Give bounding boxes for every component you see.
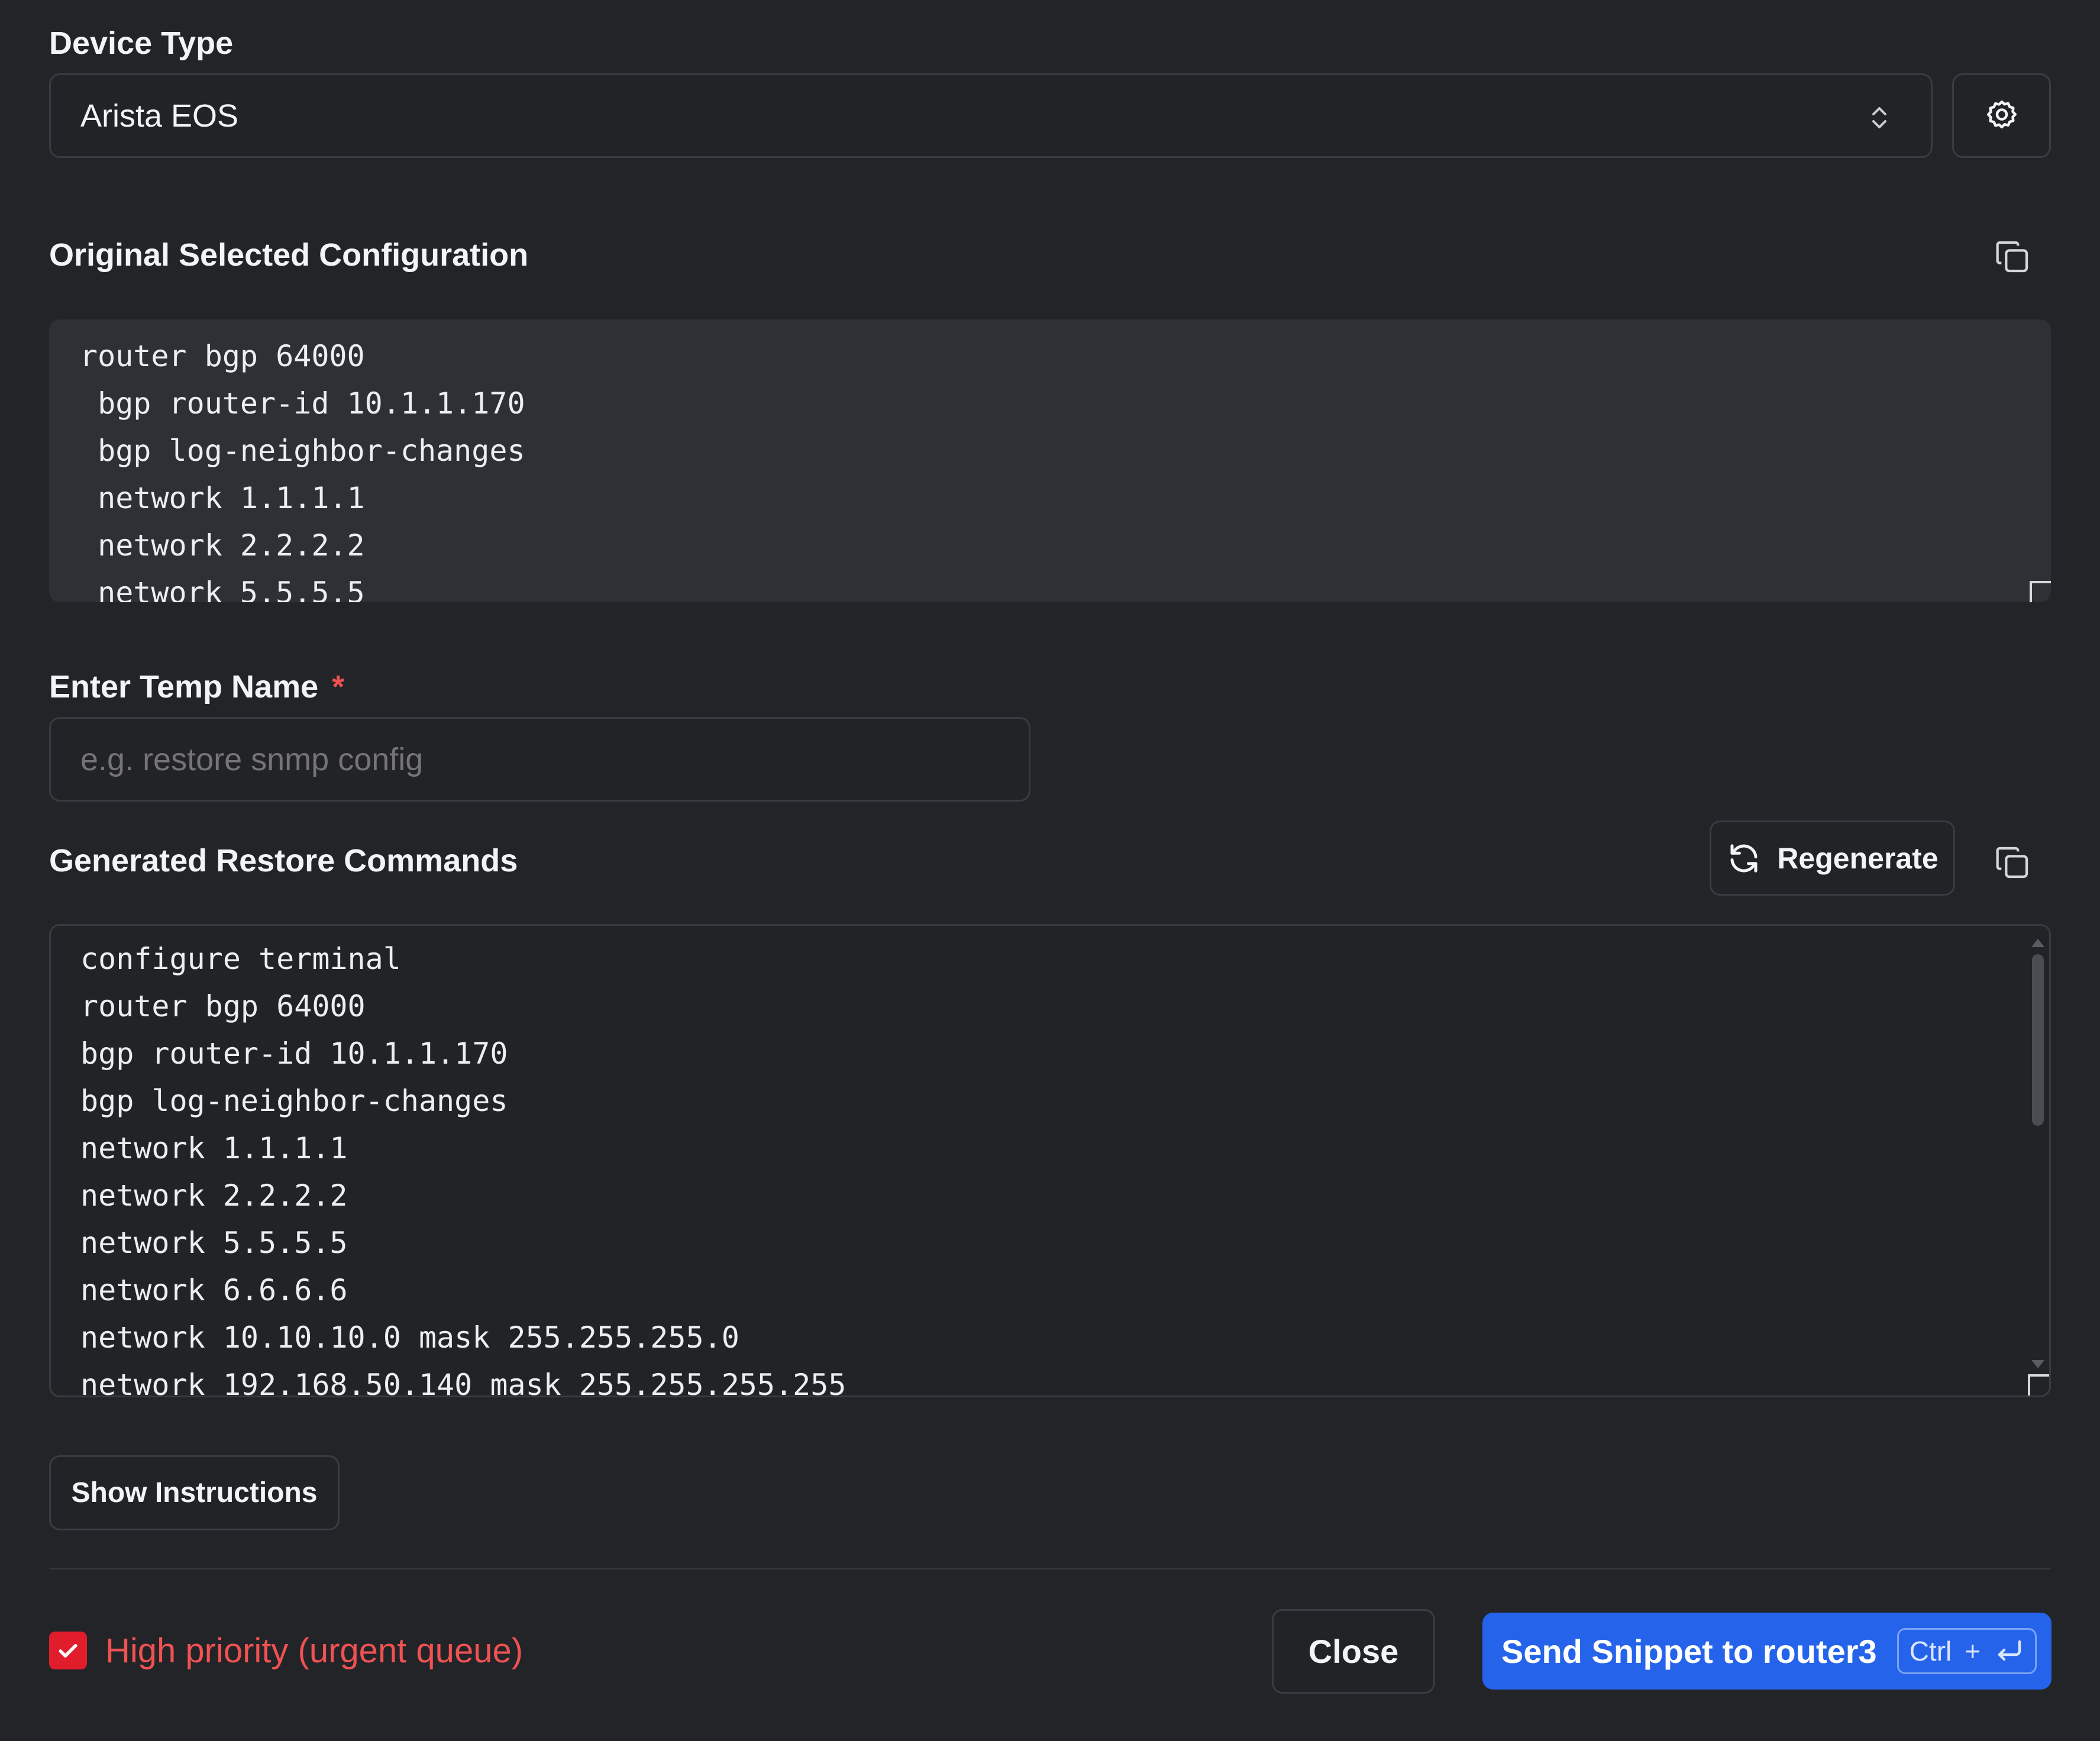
generated-title: Generated Restore Commands [49, 843, 518, 878]
send-snippet-label: Send Snippet to router3 [1501, 1632, 1877, 1670]
code-line: network 5.5.5.5 [80, 576, 365, 602]
copy-icon[interactable] [1994, 238, 2031, 276]
code-line: network 2.2.2.2 [80, 1178, 348, 1213]
original-config-title: Original Selected Configuration [49, 237, 529, 273]
device-type-label: Device Type [49, 25, 234, 61]
generated-commands-code[interactable]: configure terminal router bgp 64000 bgp ro… [49, 924, 2051, 1397]
code-line: network 5.5.5.5 [80, 1226, 348, 1260]
show-instructions-button[interactable]: Show Instructions [49, 1455, 340, 1530]
temp-name-label-text: Enter Temp Name [49, 669, 319, 705]
code-line: configure terminal [80, 942, 401, 976]
shortcut-ctrl: Ctrl [1909, 1636, 1952, 1666]
priority-label[interactable]: High priority (urgent queue) [105, 1631, 523, 1671]
chevron-up-down-icon [1869, 104, 1889, 132]
code-line: network 10.10.10.0 mask 255.255.255.0 [80, 1320, 739, 1355]
temp-name-input[interactable] [49, 717, 1030, 802]
gear-icon [1984, 98, 2020, 134]
enter-key-icon [1994, 1638, 2024, 1664]
code-line: router bgp 64000 [80, 339, 365, 373]
code-line: bgp router-id 10.1.1.170 [80, 1036, 508, 1071]
required-marker: * [332, 669, 345, 705]
regenerate-button[interactable]: Regenerate [1710, 821, 1955, 896]
priority-checkbox[interactable] [49, 1632, 87, 1669]
regenerate-label: Regenerate [1777, 841, 1939, 875]
code-line: network 2.2.2.2 [80, 528, 365, 563]
shortcut-plus: + [1965, 1636, 1981, 1666]
footer-divider [49, 1568, 2051, 1569]
keyboard-shortcut-hint: Ctrl + [1897, 1628, 2037, 1674]
check-icon [55, 1637, 81, 1664]
resize-handle[interactable] [2028, 1374, 2049, 1396]
code-line: bgp router-id 10.1.1.170 [80, 386, 525, 421]
temp-name-label: Enter Temp Name * [49, 668, 344, 705]
scrollbar-thumb[interactable] [2032, 954, 2044, 1126]
code-line: network 1.1.1.1 [80, 1131, 348, 1165]
resize-handle[interactable] [2030, 581, 2051, 602]
code-line: network 1.1.1.1 [80, 481, 365, 515]
device-type-select[interactable]: Arista EOS [49, 73, 1933, 158]
device-type-value: Arista EOS [80, 98, 239, 134]
code-line: bgp log-neighbor-changes [80, 434, 525, 468]
copy-icon[interactable] [1994, 844, 2031, 881]
code-line: network 192.168.50.140 mask 255.255.255.… [80, 1368, 847, 1397]
refresh-icon [1726, 841, 1762, 876]
scrollbar[interactable] [2031, 939, 2044, 1386]
device-settings-button[interactable] [1952, 73, 2051, 158]
close-button[interactable]: Close [1272, 1609, 1435, 1694]
code-line: network 6.6.6.6 [80, 1273, 348, 1307]
code-line: bgp log-neighbor-changes [80, 1084, 508, 1118]
code-line: router bgp 64000 [80, 989, 366, 1023]
send-snippet-button[interactable]: Send Snippet to router3 Ctrl + [1482, 1613, 2051, 1690]
original-config-code[interactable]: router bgp 64000 bgp router-id 10.1.1.17… [49, 319, 2051, 602]
